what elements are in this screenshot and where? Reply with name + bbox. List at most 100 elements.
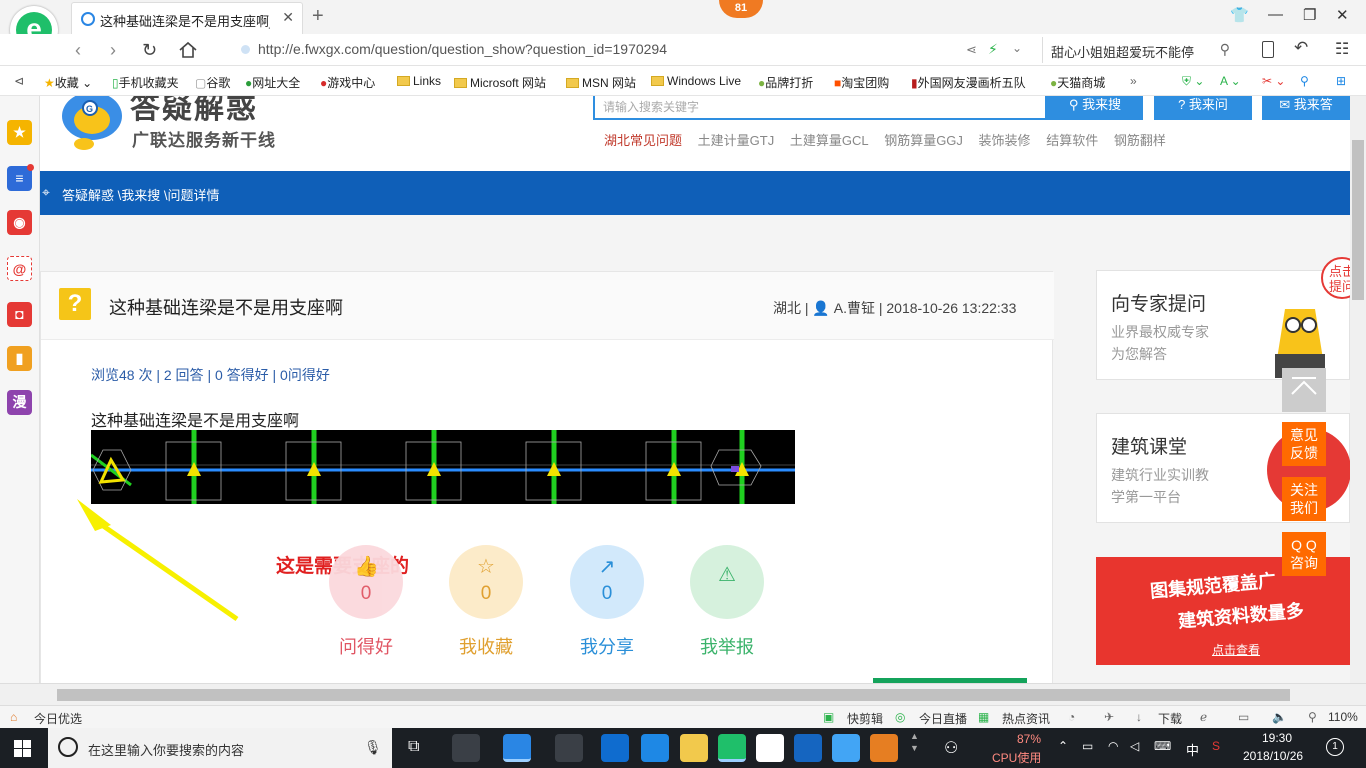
pin-icon[interactable]: ✈ bbox=[1104, 710, 1114, 724]
favorites-star-icon[interactable]: ★ bbox=[7, 120, 32, 145]
windows-start-icon[interactable] bbox=[14, 740, 31, 757]
tray-expand-icon[interactable]: ⌃ bbox=[1058, 739, 1068, 753]
site-search-input[interactable]: 请输入搜索关键字 bbox=[593, 96, 1047, 120]
hot-link[interactable]: 钢筋算量GGJ bbox=[884, 133, 963, 148]
speed-icon[interactable]: ◔ bbox=[1068, 710, 1075, 724]
tab-close-icon[interactable]: ✕ bbox=[282, 9, 294, 26]
hot-link[interactable]: 钢筋翻样 bbox=[1114, 133, 1166, 148]
home-icon[interactable] bbox=[178, 41, 198, 59]
search-button[interactable]: ⚲ 我来搜 bbox=[1047, 96, 1143, 120]
hot-link[interactable]: 装饰装修 bbox=[979, 133, 1031, 148]
battery-icon[interactable]: ▭ bbox=[1082, 739, 1093, 753]
back-to-top-button[interactable] bbox=[1282, 368, 1326, 412]
scissors-icon[interactable]: ✂ ⌄ bbox=[1262, 74, 1285, 88]
bookmark-games[interactable]: ●游戏中心 bbox=[320, 74, 375, 91]
bookmark-windows-live[interactable]: Windows Live bbox=[651, 74, 741, 88]
qq-consult-button[interactable]: Q Q 咨询 bbox=[1282, 532, 1326, 576]
daily-picks-link[interactable]: 今日优选 bbox=[34, 710, 82, 727]
status-item[interactable]: 快剪辑 bbox=[847, 710, 883, 727]
shield-icon[interactable]: ⛨ ⌄ bbox=[1182, 74, 1204, 89]
sidebar-toggle-icon[interactable]: ⊲ bbox=[14, 74, 24, 88]
action-share[interactable]: ↗ 0 我分享 bbox=[570, 545, 644, 659]
minimize-icon[interactable]: — bbox=[1268, 6, 1283, 23]
follow-button[interactable]: 关注 我们 bbox=[1282, 477, 1326, 521]
cad-drawing-image[interactable] bbox=[91, 430, 795, 504]
expert-ask-card[interactable]: 向专家提问 业界最权威专家 为您解答 点击提问 bbox=[1096, 257, 1350, 380]
status-item[interactable]: 下载 bbox=[1158, 710, 1182, 727]
feedback-button[interactable]: 意见 反馈 bbox=[1282, 422, 1326, 466]
task-view-icon[interactable]: ⧉ bbox=[408, 738, 419, 756]
status-item[interactable]: 热点资讯 bbox=[1002, 710, 1050, 727]
ie-icon[interactable]: ℯ bbox=[1200, 710, 1207, 724]
answer-button[interactable]: ✉ 我来答 bbox=[1262, 96, 1350, 120]
bookmark-brand-sale[interactable]: ●品牌打折 bbox=[758, 74, 813, 91]
ime-indicator[interactable]: 中 bbox=[1186, 740, 1199, 759]
hot-link[interactable]: 土建算量GCL bbox=[790, 133, 869, 148]
360-app-icon[interactable] bbox=[555, 734, 583, 762]
glodon-app-icon[interactable] bbox=[794, 734, 822, 762]
bookmark-taobao[interactable]: ■淘宝团购 bbox=[834, 74, 889, 91]
ie-app-icon[interactable] bbox=[641, 734, 669, 762]
horizontal-scroll-thumb[interactable] bbox=[57, 689, 1290, 701]
browser-tab[interactable]: 这种基础连梁是不是用支座啊_ ✕ bbox=[71, 2, 303, 34]
mail-app-icon[interactable] bbox=[756, 734, 784, 762]
bookmark-tmall[interactable]: ●天猫商城 bbox=[1050, 74, 1105, 91]
bookmark-msn[interactable]: MSN 网站 bbox=[566, 74, 636, 91]
taskbar-search[interactable]: 在这里输入你要搜索的内容 🎙 bbox=[48, 728, 392, 768]
action-favorite[interactable]: ☆ 0 我收藏 bbox=[449, 545, 523, 659]
vertical-scroll-thumb[interactable] bbox=[1352, 140, 1364, 300]
wifi-icon[interactable]: ◠ bbox=[1108, 739, 1118, 753]
hot-link[interactable]: 结算软件 bbox=[1046, 133, 1098, 148]
taskbar-scroll-icon[interactable]: ▲ ▼ bbox=[910, 730, 919, 754]
bookmark-directory[interactable]: ●网址大全 bbox=[245, 74, 300, 91]
browser-app-icon[interactable] bbox=[503, 734, 531, 762]
bookmark-comic[interactable]: ▮外国网友漫画析五队 bbox=[911, 74, 1026, 91]
mail-icon[interactable]: @ bbox=[7, 256, 32, 281]
book-icon[interactable]: ▮ bbox=[7, 346, 32, 371]
manga-icon[interactable]: 漫 bbox=[7, 390, 32, 415]
restore-icon[interactable]: ❐ bbox=[1303, 6, 1316, 24]
hot-link[interactable]: 土建计量GTJ bbox=[698, 133, 775, 148]
translate-icon[interactable]: A ⌄ bbox=[1220, 74, 1241, 88]
weibo-icon[interactable]: ◉ bbox=[7, 210, 32, 235]
status-item[interactable]: 今日直播 bbox=[919, 710, 967, 727]
close-window-icon[interactable]: ✕ bbox=[1336, 6, 1349, 24]
active-browser-icon[interactable] bbox=[718, 734, 746, 762]
search-field[interactable]: 甜心小姐姐超爱玩不能停 ⚲ bbox=[1042, 37, 1242, 63]
mobile-icon[interactable] bbox=[1262, 41, 1274, 58]
undo-icon[interactable]: ↶ bbox=[1294, 38, 1308, 58]
notification-center-icon[interactable]: 1 bbox=[1326, 738, 1344, 756]
bookmark-mobile[interactable]: ▯手机收藏夹 bbox=[112, 74, 179, 91]
calculator-app-icon[interactable] bbox=[832, 734, 860, 762]
sogou-icon[interactable]: S bbox=[1212, 739, 1220, 753]
window-icon[interactable]: ▭ bbox=[1238, 710, 1249, 724]
url-field[interactable]: http://e.fwxgx.com/question/question_sho… bbox=[232, 37, 1037, 63]
back-icon[interactable]: ‹ bbox=[75, 40, 81, 61]
bookmark-links[interactable]: Links bbox=[397, 74, 441, 88]
zoom-level[interactable]: 110% bbox=[1328, 710, 1358, 724]
refresh-icon[interactable]: ↻ bbox=[142, 40, 157, 61]
share-icon[interactable]: ⋖ bbox=[966, 42, 977, 58]
menu-grid-icon[interactable]: ☷ bbox=[1335, 39, 1349, 59]
volume-icon[interactable]: 🔈 bbox=[1272, 710, 1287, 724]
action-report[interactable]: ⚠ 我举报 bbox=[690, 545, 764, 659]
lightning-icon[interactable]: ⚡ bbox=[988, 41, 998, 58]
search-tool-icon[interactable]: ⚲ bbox=[1300, 74, 1309, 88]
forward-icon[interactable]: › bbox=[110, 40, 116, 61]
clock-time[interactable]: 19:30 bbox=[1262, 731, 1292, 745]
breadcrumb[interactable]: 答疑解惑 \我来搜 \问题详情 bbox=[62, 185, 219, 204]
hot-link[interactable]: 湖北常见问题 bbox=[604, 133, 682, 148]
more-bookmarks-icon[interactable]: » bbox=[1130, 74, 1137, 88]
speaker-icon[interactable]: ◁ bbox=[1130, 739, 1139, 753]
gamepad-icon[interactable]: ◘ bbox=[7, 302, 32, 327]
notification-badge[interactable]: 81 bbox=[719, 0, 763, 18]
zoom-icon[interactable]: ⚲ bbox=[1308, 710, 1317, 724]
new-tab-button[interactable]: + bbox=[312, 5, 324, 28]
apps-icon[interactable]: ⊞ bbox=[1336, 74, 1346, 88]
bookmark-favorites[interactable]: ★收藏 ⌄ bbox=[44, 74, 92, 91]
pdf-app-icon[interactable] bbox=[870, 734, 898, 762]
clock-date[interactable]: 2018/10/26 bbox=[1243, 749, 1303, 763]
keyboard-icon[interactable]: ⌨ bbox=[1154, 739, 1171, 753]
search-icon[interactable]: ⚲ bbox=[1220, 41, 1230, 58]
pinwheel-app-icon[interactable] bbox=[452, 734, 480, 762]
